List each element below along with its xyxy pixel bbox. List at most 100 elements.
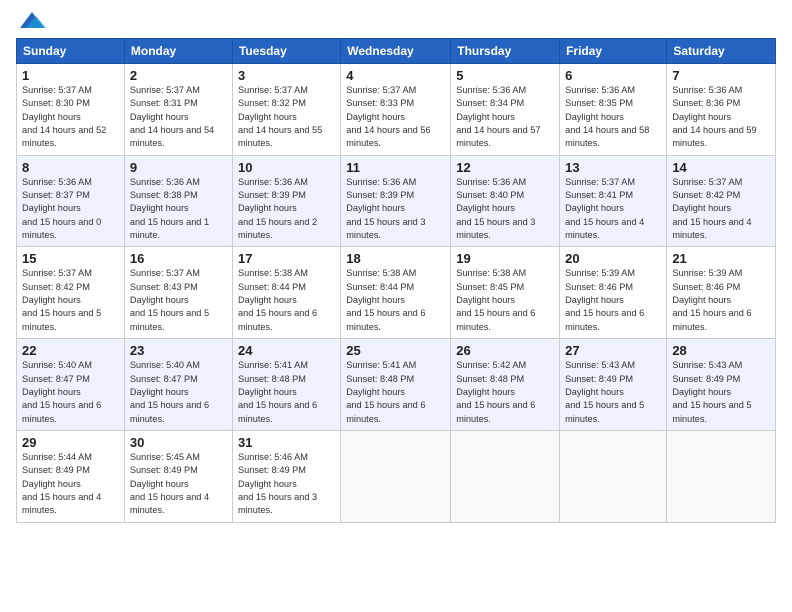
- day-number: 24: [238, 343, 335, 358]
- calendar-cell: 30Sunrise: 5:45 AMSunset: 8:49 PMDayligh…: [124, 430, 232, 522]
- calendar-cell: 21Sunrise: 5:39 AMSunset: 8:46 PMDayligh…: [667, 247, 776, 339]
- page: SundayMondayTuesdayWednesdayThursdayFrid…: [0, 0, 792, 612]
- calendar-cell: 8Sunrise: 5:36 AMSunset: 8:37 PMDaylight…: [17, 155, 125, 247]
- day-number: 31: [238, 435, 335, 450]
- day-number: 19: [456, 251, 554, 266]
- calendar-cell: 25Sunrise: 5:41 AMSunset: 8:48 PMDayligh…: [341, 339, 451, 431]
- day-number: 23: [130, 343, 227, 358]
- day-info: Sunrise: 5:37 AMSunset: 8:42 PMDaylight …: [22, 267, 119, 334]
- calendar-cell: [341, 430, 451, 522]
- day-info: Sunrise: 5:36 AMSunset: 8:39 PMDaylight …: [238, 176, 335, 243]
- day-number: 18: [346, 251, 445, 266]
- day-info: Sunrise: 5:41 AMSunset: 8:48 PMDaylight …: [238, 359, 335, 426]
- calendar-cell: 24Sunrise: 5:41 AMSunset: 8:48 PMDayligh…: [232, 339, 340, 431]
- day-info: Sunrise: 5:43 AMSunset: 8:49 PMDaylight …: [672, 359, 770, 426]
- day-number: 30: [130, 435, 227, 450]
- week-row-5: 29Sunrise: 5:44 AMSunset: 8:49 PMDayligh…: [17, 430, 776, 522]
- logo-icon: [18, 10, 46, 32]
- calendar-table: SundayMondayTuesdayWednesdayThursdayFrid…: [16, 38, 776, 523]
- day-number: 21: [672, 251, 770, 266]
- calendar-cell: 9Sunrise: 5:36 AMSunset: 8:38 PMDaylight…: [124, 155, 232, 247]
- day-number: 25: [346, 343, 445, 358]
- day-number: 28: [672, 343, 770, 358]
- header-row: SundayMondayTuesdayWednesdayThursdayFrid…: [17, 39, 776, 64]
- logo: [16, 10, 46, 32]
- col-header-saturday: Saturday: [667, 39, 776, 64]
- calendar-cell: 28Sunrise: 5:43 AMSunset: 8:49 PMDayligh…: [667, 339, 776, 431]
- calendar-cell: 17Sunrise: 5:38 AMSunset: 8:44 PMDayligh…: [232, 247, 340, 339]
- day-number: 2: [130, 68, 227, 83]
- calendar-cell: [451, 430, 560, 522]
- day-number: 8: [22, 160, 119, 175]
- calendar-cell: 22Sunrise: 5:40 AMSunset: 8:47 PMDayligh…: [17, 339, 125, 431]
- day-info: Sunrise: 5:38 AMSunset: 8:44 PMDaylight …: [238, 267, 335, 334]
- calendar-cell: 3Sunrise: 5:37 AMSunset: 8:32 PMDaylight…: [232, 64, 340, 156]
- calendar-cell: 23Sunrise: 5:40 AMSunset: 8:47 PMDayligh…: [124, 339, 232, 431]
- day-number: 1: [22, 68, 119, 83]
- day-number: 17: [238, 251, 335, 266]
- day-info: Sunrise: 5:36 AMSunset: 8:39 PMDaylight …: [346, 176, 445, 243]
- day-info: Sunrise: 5:36 AMSunset: 8:40 PMDaylight …: [456, 176, 554, 243]
- day-info: Sunrise: 5:36 AMSunset: 8:36 PMDaylight …: [672, 84, 770, 151]
- day-number: 26: [456, 343, 554, 358]
- calendar-cell: 14Sunrise: 5:37 AMSunset: 8:42 PMDayligh…: [667, 155, 776, 247]
- week-row-2: 8Sunrise: 5:36 AMSunset: 8:37 PMDaylight…: [17, 155, 776, 247]
- day-number: 10: [238, 160, 335, 175]
- calendar-cell: 18Sunrise: 5:38 AMSunset: 8:44 PMDayligh…: [341, 247, 451, 339]
- col-header-sunday: Sunday: [17, 39, 125, 64]
- day-info: Sunrise: 5:37 AMSunset: 8:43 PMDaylight …: [130, 267, 227, 334]
- day-info: Sunrise: 5:39 AMSunset: 8:46 PMDaylight …: [565, 267, 661, 334]
- week-row-4: 22Sunrise: 5:40 AMSunset: 8:47 PMDayligh…: [17, 339, 776, 431]
- calendar-cell: 16Sunrise: 5:37 AMSunset: 8:43 PMDayligh…: [124, 247, 232, 339]
- day-info: Sunrise: 5:46 AMSunset: 8:49 PMDaylight …: [238, 451, 335, 518]
- calendar-cell: 11Sunrise: 5:36 AMSunset: 8:39 PMDayligh…: [341, 155, 451, 247]
- day-number: 3: [238, 68, 335, 83]
- day-number: 22: [22, 343, 119, 358]
- day-number: 20: [565, 251, 661, 266]
- week-row-1: 1Sunrise: 5:37 AMSunset: 8:30 PMDaylight…: [17, 64, 776, 156]
- day-info: Sunrise: 5:36 AMSunset: 8:38 PMDaylight …: [130, 176, 227, 243]
- calendar-cell: 10Sunrise: 5:36 AMSunset: 8:39 PMDayligh…: [232, 155, 340, 247]
- calendar-cell: [667, 430, 776, 522]
- day-number: 16: [130, 251, 227, 266]
- day-number: 14: [672, 160, 770, 175]
- day-info: Sunrise: 5:37 AMSunset: 8:32 PMDaylight …: [238, 84, 335, 151]
- logo-area: [16, 10, 46, 32]
- calendar-cell: 7Sunrise: 5:36 AMSunset: 8:36 PMDaylight…: [667, 64, 776, 156]
- header: [16, 10, 776, 32]
- day-number: 27: [565, 343, 661, 358]
- day-number: 13: [565, 160, 661, 175]
- day-info: Sunrise: 5:38 AMSunset: 8:44 PMDaylight …: [346, 267, 445, 334]
- day-info: Sunrise: 5:36 AMSunset: 8:34 PMDaylight …: [456, 84, 554, 151]
- calendar-cell: 29Sunrise: 5:44 AMSunset: 8:49 PMDayligh…: [17, 430, 125, 522]
- col-header-friday: Friday: [560, 39, 667, 64]
- calendar-cell: 4Sunrise: 5:37 AMSunset: 8:33 PMDaylight…: [341, 64, 451, 156]
- calendar-cell: 12Sunrise: 5:36 AMSunset: 8:40 PMDayligh…: [451, 155, 560, 247]
- day-info: Sunrise: 5:40 AMSunset: 8:47 PMDaylight …: [22, 359, 119, 426]
- calendar-cell: 20Sunrise: 5:39 AMSunset: 8:46 PMDayligh…: [560, 247, 667, 339]
- day-info: Sunrise: 5:43 AMSunset: 8:49 PMDaylight …: [565, 359, 661, 426]
- week-row-3: 15Sunrise: 5:37 AMSunset: 8:42 PMDayligh…: [17, 247, 776, 339]
- day-info: Sunrise: 5:41 AMSunset: 8:48 PMDaylight …: [346, 359, 445, 426]
- calendar-cell: 27Sunrise: 5:43 AMSunset: 8:49 PMDayligh…: [560, 339, 667, 431]
- day-number: 29: [22, 435, 119, 450]
- day-info: Sunrise: 5:39 AMSunset: 8:46 PMDaylight …: [672, 267, 770, 334]
- calendar-cell: 19Sunrise: 5:38 AMSunset: 8:45 PMDayligh…: [451, 247, 560, 339]
- day-info: Sunrise: 5:40 AMSunset: 8:47 PMDaylight …: [130, 359, 227, 426]
- calendar-cell: 1Sunrise: 5:37 AMSunset: 8:30 PMDaylight…: [17, 64, 125, 156]
- calendar-cell: 13Sunrise: 5:37 AMSunset: 8:41 PMDayligh…: [560, 155, 667, 247]
- calendar-cell: 15Sunrise: 5:37 AMSunset: 8:42 PMDayligh…: [17, 247, 125, 339]
- day-number: 7: [672, 68, 770, 83]
- day-number: 15: [22, 251, 119, 266]
- calendar-cell: 31Sunrise: 5:46 AMSunset: 8:49 PMDayligh…: [232, 430, 340, 522]
- day-number: 6: [565, 68, 661, 83]
- day-info: Sunrise: 5:45 AMSunset: 8:49 PMDaylight …: [130, 451, 227, 518]
- calendar-cell: 6Sunrise: 5:36 AMSunset: 8:35 PMDaylight…: [560, 64, 667, 156]
- day-info: Sunrise: 5:37 AMSunset: 8:42 PMDaylight …: [672, 176, 770, 243]
- day-number: 11: [346, 160, 445, 175]
- calendar-cell: 5Sunrise: 5:36 AMSunset: 8:34 PMDaylight…: [451, 64, 560, 156]
- calendar-cell: 2Sunrise: 5:37 AMSunset: 8:31 PMDaylight…: [124, 64, 232, 156]
- day-number: 5: [456, 68, 554, 83]
- day-info: Sunrise: 5:38 AMSunset: 8:45 PMDaylight …: [456, 267, 554, 334]
- day-info: Sunrise: 5:37 AMSunset: 8:33 PMDaylight …: [346, 84, 445, 151]
